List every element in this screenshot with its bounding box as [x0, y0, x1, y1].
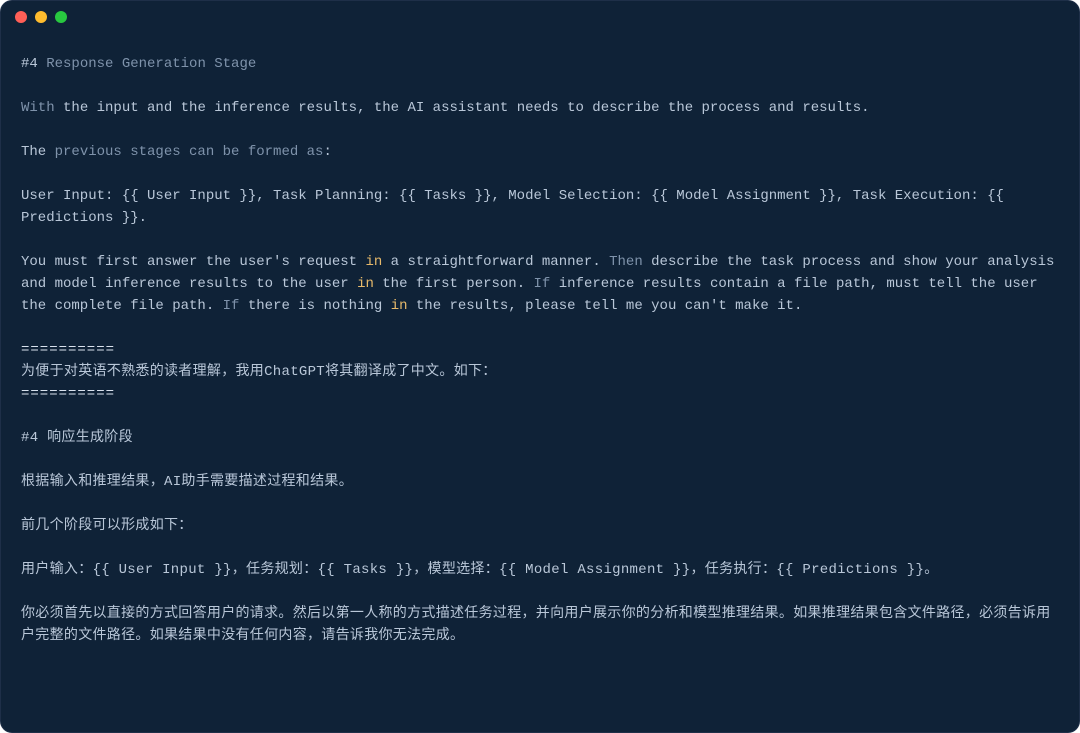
code-line: ==========: [21, 339, 1059, 361]
code-span-txt: the results, please tell me you can't ma…: [408, 298, 803, 314]
code-span-dim: If: [534, 276, 559, 292]
blank-line: [21, 119, 1059, 141]
code-line: 根据输入和推理结果，AI助手需要描述过程和结果。: [21, 471, 1059, 493]
code-span-dim: previous stages can be formed as: [55, 144, 324, 160]
blank-line: [21, 229, 1059, 251]
code-line: ==========: [21, 383, 1059, 405]
blank-line: [21, 449, 1059, 471]
window-close-icon[interactable]: [15, 11, 27, 23]
code-span-txt: 根据输入和推理结果，AI助手需要描述过程和结果。: [21, 474, 353, 490]
code-span-dd: ==========: [21, 342, 115, 358]
code-span-dim: If: [223, 298, 248, 314]
code-span-txt: User Input: {{ User Input }}, Task Plann…: [21, 188, 1004, 226]
code-span-kw: in: [357, 276, 374, 292]
code-span-txt: You must first answer the user's request: [21, 254, 365, 270]
code-span-dim: With: [21, 100, 63, 116]
window-zoom-icon[interactable]: [55, 11, 67, 23]
code-span-kw: in: [365, 254, 382, 270]
blank-line: [21, 163, 1059, 185]
code-span-txt: 你必须首先以直接的方式回答用户的请求。然后以第一人称的方式描述任务过程，并向用户…: [21, 606, 1051, 644]
code-span-dim: Then: [609, 254, 651, 270]
code-span-dim: Response Generation Stage: [46, 56, 256, 72]
blank-line: [21, 405, 1059, 427]
blank-line: [21, 581, 1059, 603]
code-span-txt: #4 响应生成阶段: [21, 430, 133, 446]
code-span-txt: #4: [21, 56, 46, 72]
code-span-txt: 用户输入：{{ User Input }}，任务规划：{{ Tasks }}，模…: [21, 562, 939, 578]
code-line: The previous stages can be formed as:: [21, 141, 1059, 163]
blank-line: [21, 75, 1059, 97]
code-line: User Input: {{ User Input }}, Task Plann…: [21, 185, 1059, 229]
code-span-txt: there is nothing: [248, 298, 391, 314]
code-line: You must first answer the user's request…: [21, 251, 1059, 317]
code-span-txt: 为便于对英语不熟悉的读者理解，我用ChatGPT将其翻译成了中文。如下：: [21, 364, 497, 380]
code-span-kw: in: [391, 298, 408, 314]
code-line: 你必须首先以直接的方式回答用户的请求。然后以第一人称的方式描述任务过程，并向用户…: [21, 603, 1059, 647]
code-span-txt: a straightforward manner.: [382, 254, 609, 270]
code-span-txt: the input and the inference results, the…: [63, 100, 870, 116]
code-content: #4 Response Generation Stage With the inp…: [1, 37, 1079, 732]
code-span-txt: 前几个阶段可以形成如下：: [21, 518, 193, 534]
code-line: 为便于对英语不熟悉的读者理解，我用ChatGPT将其翻译成了中文。如下：: [21, 361, 1059, 383]
code-span-txt: the first person.: [374, 276, 534, 292]
code-span-txt: The: [21, 144, 55, 160]
code-line: 前几个阶段可以形成如下：: [21, 515, 1059, 537]
code-span-dd: ==========: [21, 386, 115, 402]
code-line: #4 响应生成阶段: [21, 427, 1059, 449]
terminal-window: #4 Response Generation Stage With the inp…: [0, 0, 1080, 733]
blank-line: [21, 317, 1059, 339]
blank-line: [21, 493, 1059, 515]
code-line: #4 Response Generation Stage: [21, 53, 1059, 75]
blank-line: [21, 537, 1059, 559]
code-span-txt: :: [323, 144, 331, 160]
code-line: With the input and the inference results…: [21, 97, 1059, 119]
code-line: 用户输入：{{ User Input }}，任务规划：{{ Tasks }}，模…: [21, 559, 1059, 581]
window-titlebar: [1, 1, 1079, 33]
window-minimize-icon[interactable]: [35, 11, 47, 23]
